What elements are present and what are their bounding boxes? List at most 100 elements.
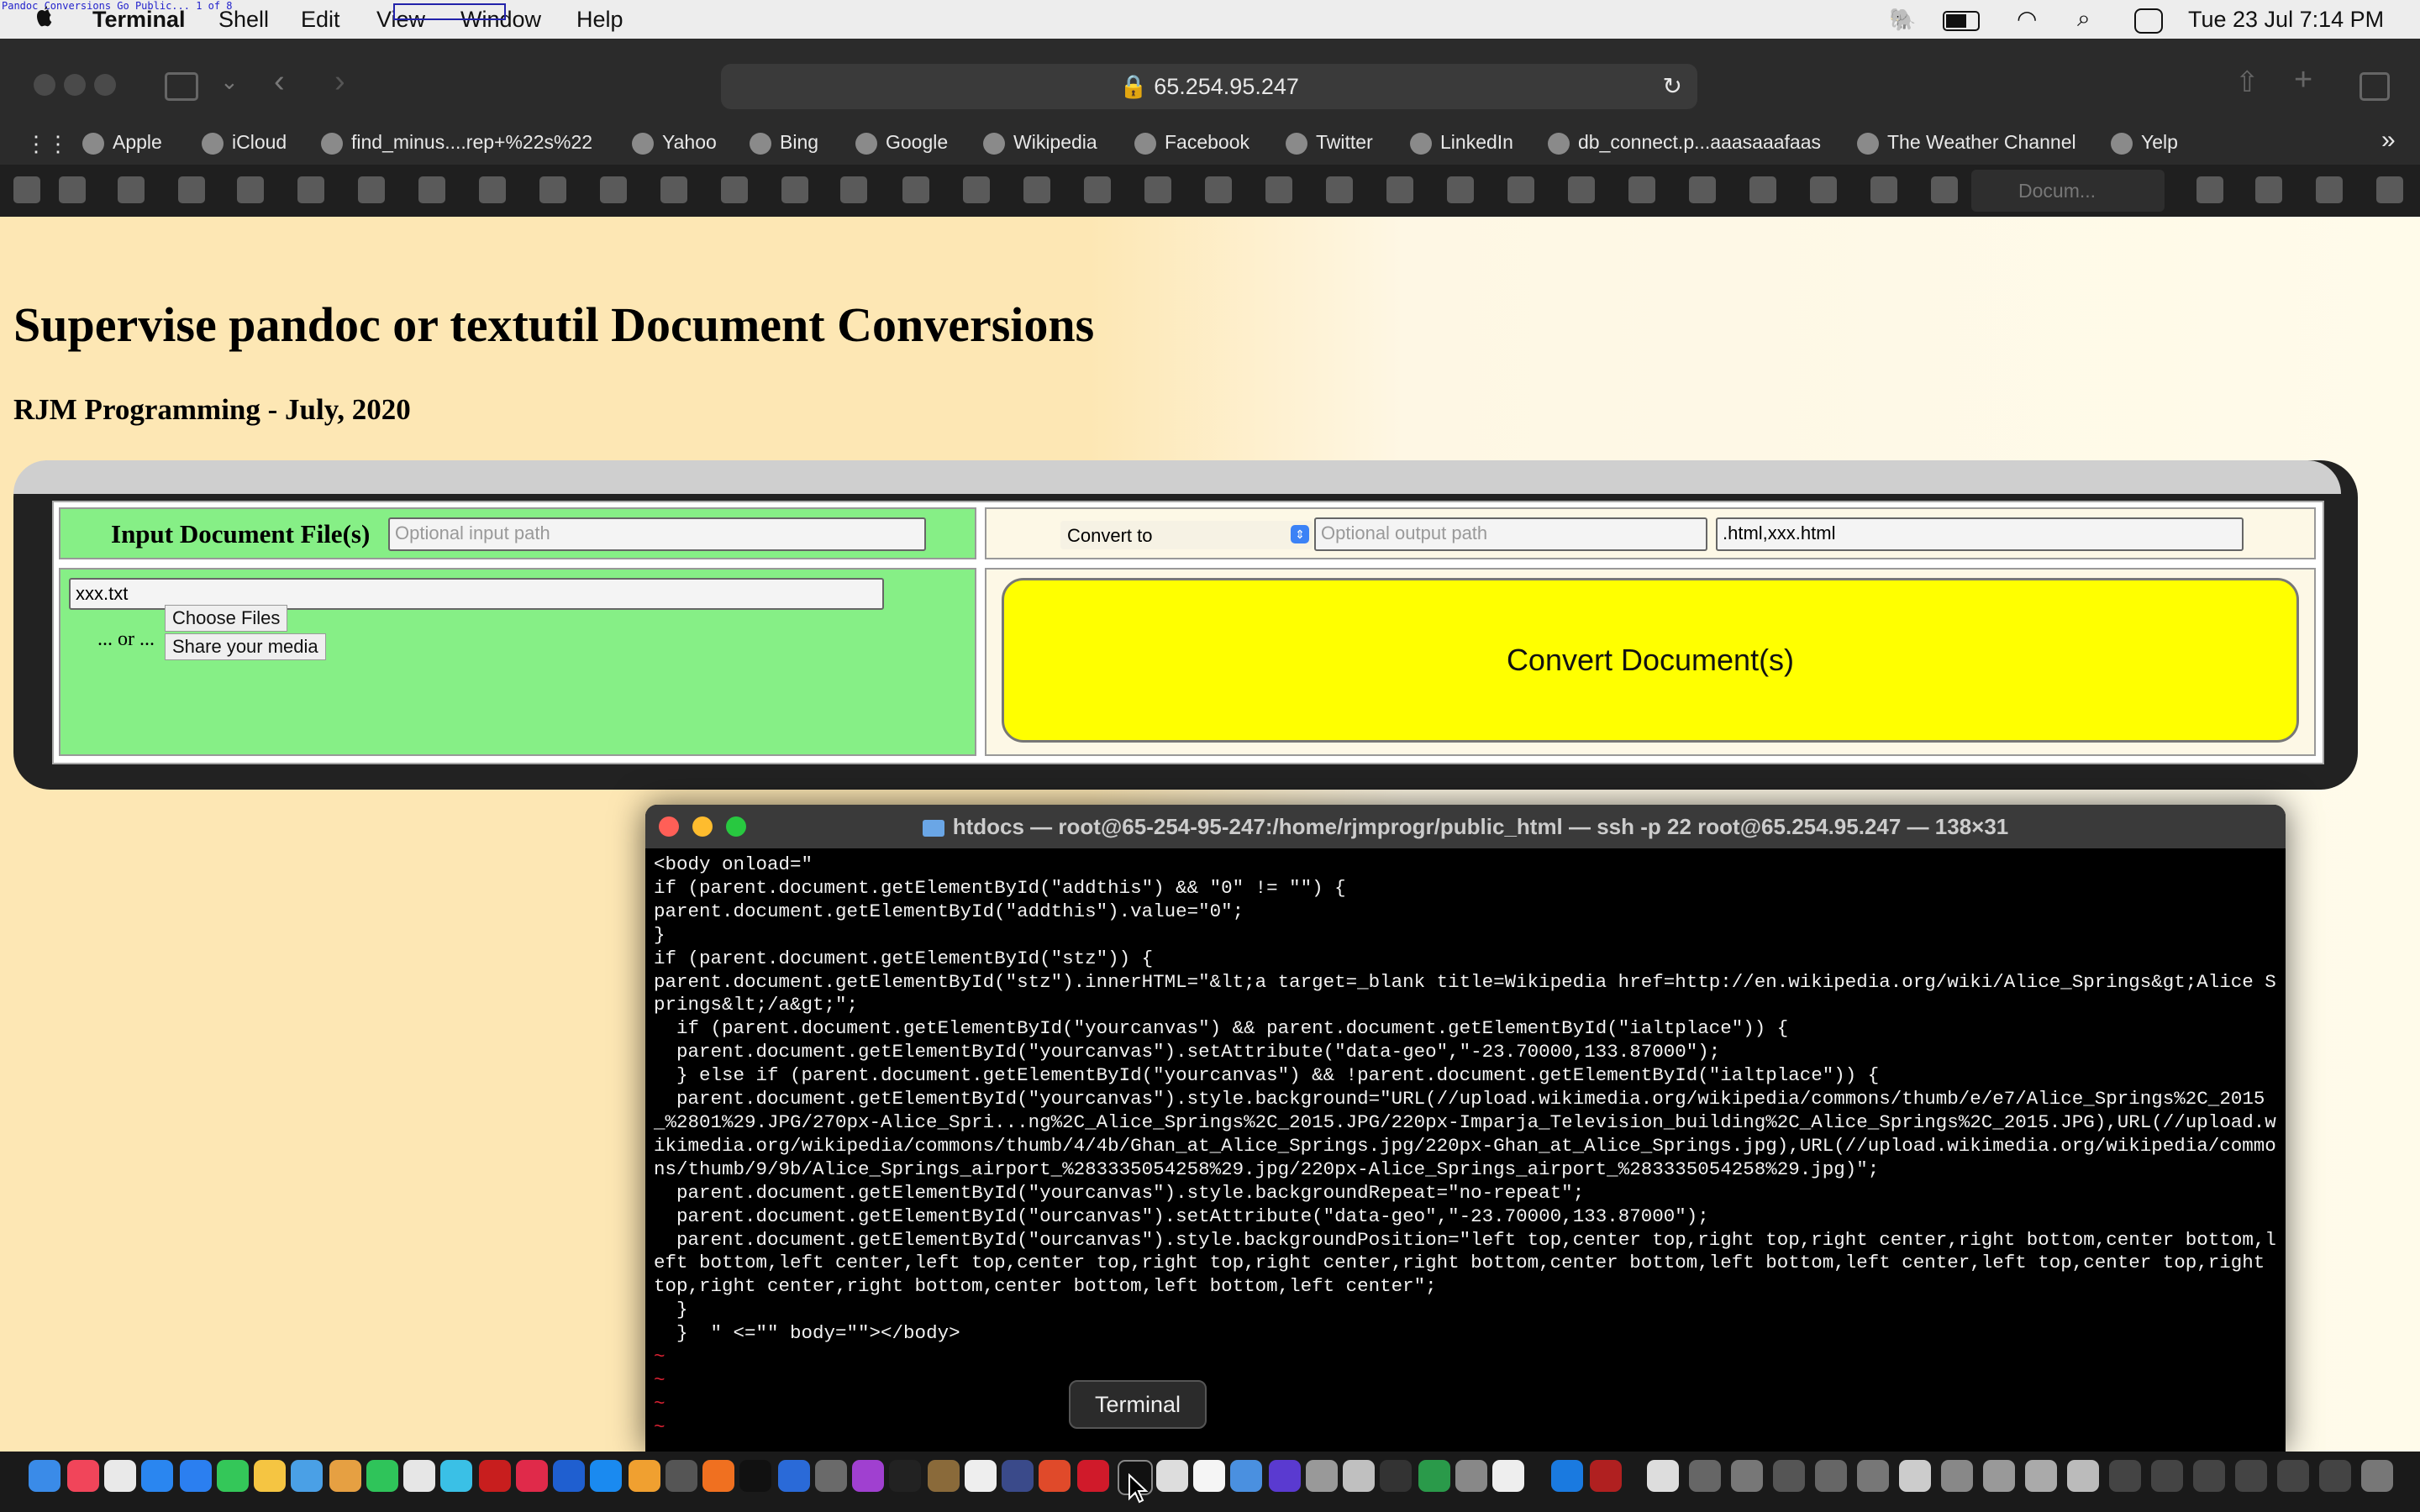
menu-terminal[interactable]: Terminal: [92, 7, 186, 33]
back-icon[interactable]: ‹: [274, 64, 285, 100]
minimized-window[interactable]: [2235, 1460, 2267, 1492]
app-icon[interactable]: [1306, 1460, 1338, 1492]
window-zoom-button[interactable]: [94, 74, 116, 96]
tab-favicon[interactable]: [1084, 176, 1111, 203]
bookmark-weather-channel[interactable]: The Weather Channel: [1857, 131, 2076, 155]
messages-icon[interactable]: [217, 1460, 249, 1492]
bookmark-twitter[interactable]: Twitter: [1286, 131, 1373, 155]
tab-overview-icon[interactable]: [2360, 72, 2390, 101]
reminders-icon[interactable]: [104, 1460, 136, 1492]
tab-favicon[interactable]: [418, 176, 445, 203]
filezilla-icon[interactable]: [479, 1460, 511, 1492]
tab-favicon[interactable]: [2316, 176, 2343, 203]
forward-icon[interactable]: ›: [334, 64, 345, 100]
mail-icon[interactable]: [180, 1460, 212, 1492]
tab-favicon[interactable]: [1386, 176, 1413, 203]
minimized-window[interactable]: [1857, 1460, 1889, 1492]
terminal-close-button[interactable]: [659, 816, 679, 837]
share-icon[interactable]: ⇧: [2235, 66, 2260, 99]
terminal-minimize-button[interactable]: [692, 816, 713, 837]
minimized-window[interactable]: [2067, 1460, 2099, 1492]
app-icon[interactable]: [1380, 1460, 1412, 1492]
document-icon[interactable]: [1647, 1460, 1679, 1492]
minimized-window[interactable]: [2277, 1460, 2309, 1492]
app-icon[interactable]: [666, 1460, 697, 1492]
tab-favicon[interactable]: [237, 176, 264, 203]
tab-favicon[interactable]: [2255, 176, 2282, 203]
window-close-button[interactable]: [34, 74, 55, 96]
app-icon[interactable]: [1455, 1460, 1487, 1492]
textedit-icon[interactable]: [403, 1460, 435, 1492]
battery-icon[interactable]: [1943, 11, 1980, 31]
minimized-window[interactable]: [2193, 1460, 2225, 1492]
tab-active[interactable]: Docum...: [1971, 170, 2165, 212]
app-store-icon[interactable]: [590, 1460, 622, 1492]
app-icon[interactable]: [1230, 1460, 1262, 1492]
podcasts-icon[interactable]: [852, 1460, 884, 1492]
input-path-field[interactable]: Optional input path: [388, 517, 926, 551]
tab-favicon[interactable]: [1689, 176, 1716, 203]
app-icon[interactable]: [516, 1460, 548, 1492]
preview-icon[interactable]: [440, 1460, 472, 1492]
menu-shell[interactable]: Shell: [218, 7, 269, 33]
bookmark-bing[interactable]: Bing: [750, 131, 818, 155]
app-icon[interactable]: [1269, 1460, 1301, 1492]
safari-icon[interactable]: [141, 1460, 173, 1492]
bookmark-facebook[interactable]: Facebook: [1134, 131, 1249, 155]
chrome-icon[interactable]: [1039, 1460, 1071, 1492]
trash-icon[interactable]: [2361, 1460, 2393, 1492]
minimized-window[interactable]: [1731, 1460, 1763, 1492]
sidebar-icon[interactable]: [165, 72, 198, 101]
opera-icon[interactable]: [1077, 1460, 1109, 1492]
terminal-window[interactable]: htdocs — root@65-254-95-247:/home/rjmpro…: [645, 805, 2286, 1452]
tab-favicon[interactable]: [1205, 176, 1232, 203]
tab-favicon[interactable]: [781, 176, 808, 203]
search-icon[interactable]: ⌕: [2077, 5, 2091, 33]
tab-favicon[interactable]: [1326, 176, 1353, 203]
bookmark-linkedin[interactable]: LinkedIn: [1410, 131, 1513, 155]
tv-icon[interactable]: [739, 1460, 771, 1492]
tab-favicon[interactable]: [600, 176, 627, 203]
zoom-icon[interactable]: [553, 1460, 585, 1492]
tab-favicon[interactable]: [1628, 176, 1655, 203]
tab-favicon[interactable]: [1810, 176, 1837, 203]
apple-icon[interactable]: [32, 5, 55, 32]
convert-documents-button[interactable]: Convert Document(s): [1002, 578, 2299, 743]
chrome-icon[interactable]: [629, 1460, 660, 1492]
control-center-icon[interactable]: [2134, 8, 2163, 34]
tab-favicon[interactable]: [1447, 176, 1474, 203]
tab-favicon[interactable]: [178, 176, 205, 203]
notes-icon[interactable]: [254, 1460, 286, 1492]
tab-favicon[interactable]: [840, 176, 867, 203]
app-icon[interactable]: [928, 1460, 960, 1492]
bookmark-wikipedia[interactable]: Wikipedia: [983, 131, 1097, 155]
app-icon[interactable]: [1492, 1460, 1524, 1492]
tab-favicon[interactable]: [118, 176, 145, 203]
app-icon[interactable]: [889, 1460, 921, 1492]
more-bookmarks-icon[interactable]: »: [2381, 126, 2396, 155]
bookmark-find-minus[interactable]: find_minus....rep+%22s%22: [321, 131, 592, 155]
facetime-icon[interactable]: [366, 1460, 398, 1492]
minimized-window[interactable]: [1689, 1460, 1721, 1492]
app-icon[interactable]: [815, 1460, 847, 1492]
calculator-icon[interactable]: [1156, 1460, 1188, 1492]
menu-help[interactable]: Help: [576, 7, 623, 33]
minimized-window[interactable]: [1773, 1460, 1805, 1492]
document-icon[interactable]: [1193, 1460, 1225, 1492]
tab-favicon[interactable]: [1023, 176, 1050, 203]
bookmark-yelp[interactable]: Yelp: [2111, 131, 2178, 155]
app-icon[interactable]: [1418, 1460, 1450, 1492]
tab-favicon[interactable]: [1568, 176, 1595, 203]
tab-favicon[interactable]: [1265, 176, 1292, 203]
bookmark-apple[interactable]: Apple: [82, 131, 162, 155]
address-bar[interactable]: 🔒 65.254.95.247 ↻: [721, 64, 1697, 109]
tab-favicon[interactable]: [1931, 176, 1958, 203]
tab-favicon[interactable]: [660, 176, 687, 203]
wifi-icon[interactable]: ◠: [2017, 5, 2037, 33]
apps-grid-icon[interactable]: ⋮⋮: [25, 131, 69, 157]
minimized-window[interactable]: [2151, 1460, 2183, 1492]
firefox-icon[interactable]: [702, 1460, 734, 1492]
bookmark-google[interactable]: Google: [855, 131, 948, 155]
tab-favicon[interactable]: [479, 176, 506, 203]
minimized-window[interactable]: [1815, 1460, 1847, 1492]
